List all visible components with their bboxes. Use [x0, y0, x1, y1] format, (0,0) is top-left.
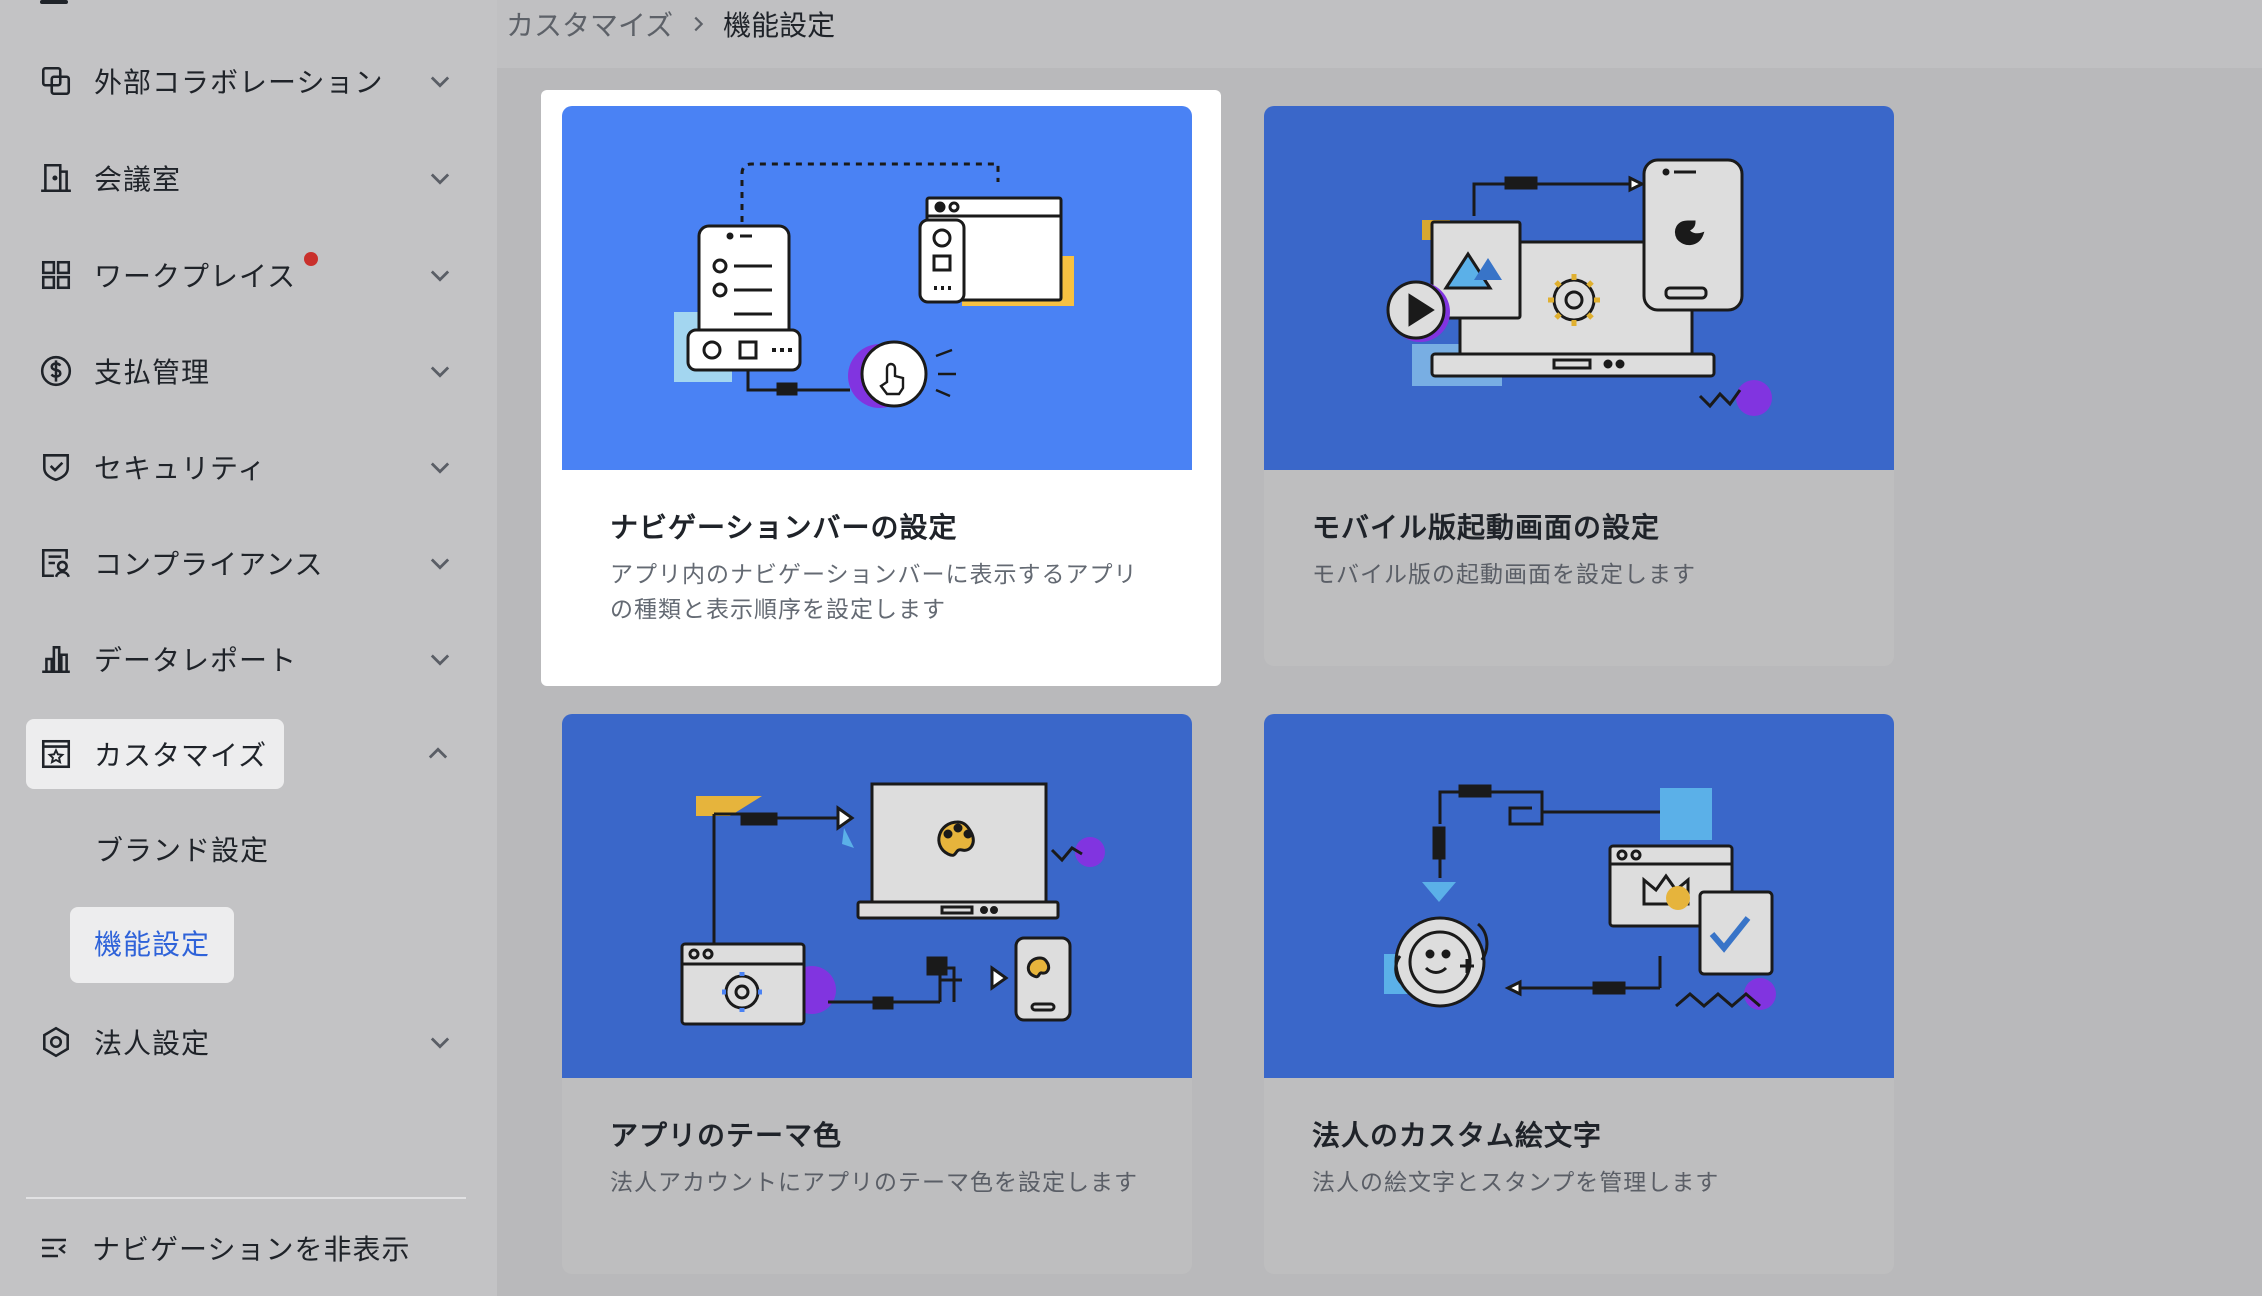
sidebar-item-label: セキュリティ — [94, 452, 267, 485]
shield-check-icon — [38, 449, 74, 485]
custom-emoji-illustration — [1264, 714, 1894, 1078]
chevron-down-icon[interactable] — [426, 453, 454, 481]
card-title: モバイル版起動画面の設定 — [1312, 511, 1661, 544]
chevron-up-icon[interactable] — [424, 740, 452, 768]
card-app-theme-color[interactable]: アプリのテーマ色 法人アカウントにアプリのテーマ色を設定します — [562, 714, 1192, 1274]
chevron-down-icon[interactable] — [426, 549, 454, 577]
card-title: ナビゲーションバーの設定 — [610, 511, 958, 544]
app-window: 外部コラボレーション 会議室 ワークプレイス 支払管理 セキュリティ コンプライ… — [0, 0, 2262, 1296]
card-custom-emoji[interactable]: 法人のカスタム絵文字 法人の絵文字とスタンプを管理します — [1264, 714, 1894, 1274]
card-description: モバイル版の起動画面を設定します — [1312, 562, 1696, 588]
sidebar-item-label: 支払管理 — [94, 356, 211, 389]
workplace-grid-icon — [38, 257, 74, 293]
customize-star-icon — [38, 736, 74, 772]
meeting-room-icon — [38, 160, 74, 196]
sidebar-item-label: データレポート — [94, 644, 298, 677]
sidebar-item-label: 会議室 — [94, 163, 182, 196]
card-description: 法人の絵文字とスタンプを管理します — [1312, 1170, 1720, 1196]
theme-color-illustration — [562, 714, 1192, 1078]
card-title: アプリのテーマ色 — [610, 1119, 843, 1152]
sidebar-item-workplace[interactable]: ワークプレイス — [26, 240, 466, 310]
sidebar-item-data-report[interactable]: データレポート — [26, 624, 466, 694]
collaboration-icon — [38, 63, 74, 99]
org-settings-icon — [38, 1024, 74, 1060]
notification-badge — [304, 252, 319, 266]
card-navigation-bar-settings[interactable]: ナビゲーションバーの設定 アプリ内のナビゲーションバーに表示するアプリの種類と表… — [562, 106, 1192, 666]
card-description: 法人アカウントにアプリのテーマ色を設定します — [610, 1170, 1138, 1196]
hide-navigation-button[interactable]: ナビゲーションを非表示 — [26, 1228, 410, 1268]
sidebar-item-payment[interactable]: 支払管理 — [26, 336, 466, 406]
card-title: 法人のカスタム絵文字 — [1312, 1119, 1603, 1152]
sidebar-item-label: 外部コラボレーション — [94, 66, 384, 99]
sidebar-subitem-brand-settings[interactable]: ブランド設定 — [95, 829, 269, 869]
navigation-bar-illustration — [562, 106, 1192, 470]
chevron-down-icon[interactable] — [426, 164, 454, 192]
chevron-down-icon[interactable] — [426, 1028, 454, 1056]
card-mobile-launch-screen[interactable]: モバイル版起動画面の設定 モバイル版の起動画面を設定します — [1264, 106, 1894, 666]
sidebar-item-meeting-room[interactable]: 会議室 — [26, 143, 466, 213]
compliance-icon — [38, 545, 74, 581]
sidebar-item-customize[interactable]: カスタマイズ — [26, 719, 284, 789]
sidebar-subitem-feature-settings[interactable]: 機能設定 — [70, 907, 235, 983]
sidebar-divider — [26, 1197, 466, 1199]
mobile-launch-illustration — [1264, 106, 1894, 470]
sidebar-scroll-remnant — [40, 0, 68, 4]
breadcrumb-current: 機能設定 — [723, 9, 836, 42]
sidebar: 外部コラボレーション 会議室 ワークプレイス 支払管理 セキュリティ コンプライ… — [0, 0, 497, 1296]
sidebar-item-external-collaboration[interactable]: 外部コラボレーション — [26, 46, 466, 116]
sidebar-item-security[interactable]: セキュリティ — [26, 432, 466, 502]
sidebar-item-label: カスタマイズ — [94, 739, 268, 772]
chevron-down-icon[interactable] — [426, 645, 454, 673]
sidebar-item-label: コンプライアンス — [94, 548, 324, 581]
breadcrumb: カスタマイズ 機能設定 — [506, 4, 835, 44]
chevron-down-icon[interactable] — [426, 67, 454, 95]
sidebar-item-label: ワークプレイス — [94, 260, 297, 293]
chevron-down-icon[interactable] — [426, 357, 454, 385]
chevron-down-icon[interactable] — [426, 261, 454, 289]
breadcrumb-parent[interactable]: カスタマイズ — [506, 4, 673, 44]
chevron-right-icon — [694, 16, 704, 32]
collapse-nav-icon — [42, 1238, 66, 1258]
sidebar-item-org-settings[interactable]: 法人設定 — [26, 1007, 466, 1077]
hide-navigation-label: ナビゲーションを非表示 — [92, 1233, 411, 1266]
card-description: アプリ内のナビゲーションバーに表示するアプリの種類と表示順序を設定します — [610, 562, 1138, 623]
bar-chart-icon — [38, 641, 74, 677]
sidebar-item-label: 法人設定 — [94, 1027, 211, 1060]
payment-icon — [38, 353, 74, 389]
sidebar-item-compliance[interactable]: コンプライアンス — [26, 528, 466, 598]
